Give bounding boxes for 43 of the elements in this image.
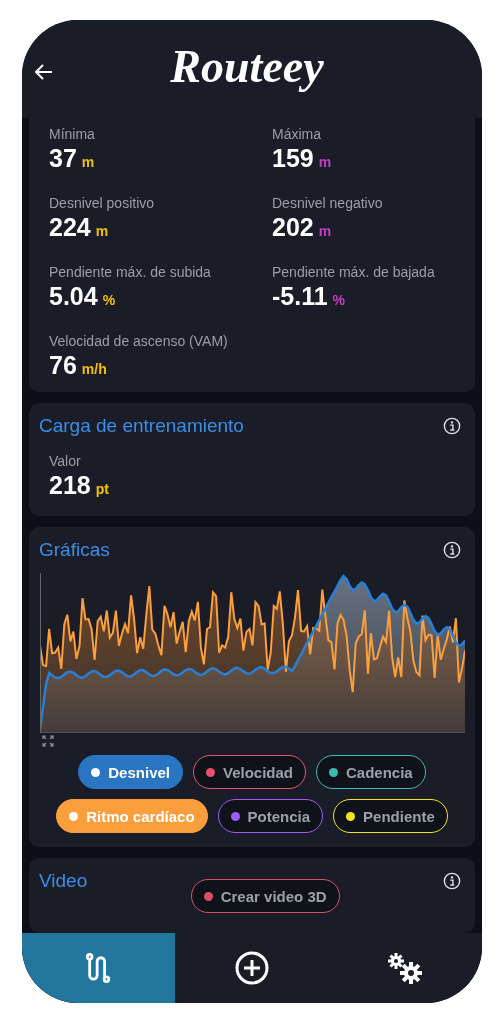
- stat-value: 5.04: [49, 282, 98, 311]
- route-icon: [84, 953, 113, 983]
- stat-label: Desnivel positivo: [49, 195, 156, 211]
- info-icon[interactable]: [443, 872, 461, 890]
- back-arrow-icon[interactable]: [34, 62, 54, 82]
- expand-icon[interactable]: [42, 735, 54, 747]
- series-toggle-chip[interactable]: Desnivel: [78, 755, 183, 789]
- app-logo: Routeey: [170, 39, 324, 93]
- series-toggle-chip[interactable]: Cadencia: [316, 755, 426, 789]
- routes-tab[interactable]: [22, 933, 176, 1003]
- settings-icon: [387, 952, 424, 984]
- stat-value: -5.11: [272, 282, 328, 311]
- stat-label: Máxima: [272, 126, 322, 142]
- section-title: Carga de entrenamiento: [39, 415, 244, 437]
- series-toggle-chip[interactable]: Velocidad: [193, 755, 306, 789]
- stat-label: Desnivel negativo: [272, 195, 384, 211]
- add-icon: [235, 951, 269, 985]
- stat-unit: m: [81, 154, 95, 170]
- stat-value: 224: [49, 213, 91, 242]
- stat-label: Pendiente máx. de bajada: [272, 264, 436, 280]
- stat-value: 202: [272, 213, 314, 242]
- stat-label: Pendiente máx. de subida: [49, 264, 212, 280]
- stat-value: 218: [49, 471, 91, 500]
- section-title: Gráficas: [39, 539, 110, 561]
- stat-unit: %: [332, 292, 346, 308]
- stat-value: 159: [272, 144, 314, 173]
- info-icon[interactable]: [443, 417, 461, 435]
- stat-unit: %: [102, 292, 116, 308]
- series-toggle-chip[interactable]: Potencia: [217, 799, 324, 833]
- stat-value: 37: [49, 144, 77, 173]
- stat-label: Valor: [49, 453, 82, 469]
- stat-unit: m/h: [81, 361, 107, 377]
- stat-label: Mínima: [49, 126, 96, 142]
- stat-unit: m: [318, 223, 332, 239]
- section-title: Video: [39, 870, 88, 892]
- stat-unit: pt: [95, 481, 109, 497]
- create-video-button[interactable]: Crear video 3D: [190, 879, 340, 913]
- series-toggle-chip[interactable]: Pendiente: [333, 799, 448, 833]
- stat-unit: m: [318, 154, 332, 170]
- info-icon[interactable]: [443, 541, 461, 559]
- stat-unit: m: [95, 223, 109, 239]
- stat-value: 76: [49, 351, 77, 380]
- stat-label: Velocidad de ascenso (VAM): [49, 333, 229, 349]
